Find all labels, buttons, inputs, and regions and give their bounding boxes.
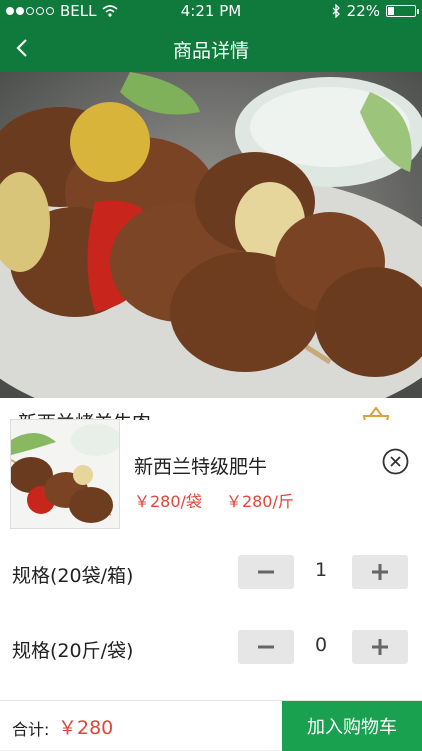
nav-bar: 商品详情 [0, 24, 422, 72]
kebab-illustration [0, 72, 422, 398]
total-label: 合计: [12, 720, 50, 739]
page-title: 商品详情 [172, 40, 249, 62]
minus-icon [258, 570, 274, 574]
sku-prices: ￥280/袋 ￥280/斤 [134, 488, 294, 512]
spec-row: 规格(20斤/袋) 0 [0, 628, 422, 668]
decrement-button[interactable] [238, 555, 294, 589]
quantity-value: 0 [314, 634, 328, 656]
quantity-value: 1 [314, 559, 328, 581]
plus-icon [372, 564, 388, 580]
increment-button[interactable] [352, 555, 408, 589]
battery-percent: 22% [346, 2, 380, 20]
total-amount: ￥280 [58, 717, 114, 739]
plus-icon [372, 639, 388, 655]
status-bar: BELL 4:21 PM 22% [0, 0, 422, 24]
status-right: 22% [331, 2, 419, 20]
battery-icon [386, 5, 419, 17]
price-per-jin: ￥280/斤 [225, 492, 294, 511]
product-image[interactable] [0, 72, 422, 398]
sku-title: 新西兰特级肥牛 [134, 456, 268, 478]
add-to-cart-button[interactable]: 加入购物车 [282, 701, 422, 751]
decrement-button[interactable] [238, 630, 294, 664]
spec-label: 规格(20斤/袋) [12, 640, 134, 662]
increment-button[interactable] [352, 630, 408, 664]
checkout-bar: 合计: ￥280 加入购物车 [0, 700, 422, 751]
bluetooth-icon [332, 4, 340, 18]
price-per-bag: ￥280/袋 [134, 492, 202, 511]
sku-thumbnail [11, 420, 119, 528]
close-icon[interactable] [382, 448, 409, 475]
minus-icon [258, 645, 274, 649]
spec-label: 规格(20袋/箱) [12, 565, 134, 587]
spec-row: 规格(20袋/箱) 1 [0, 553, 422, 593]
